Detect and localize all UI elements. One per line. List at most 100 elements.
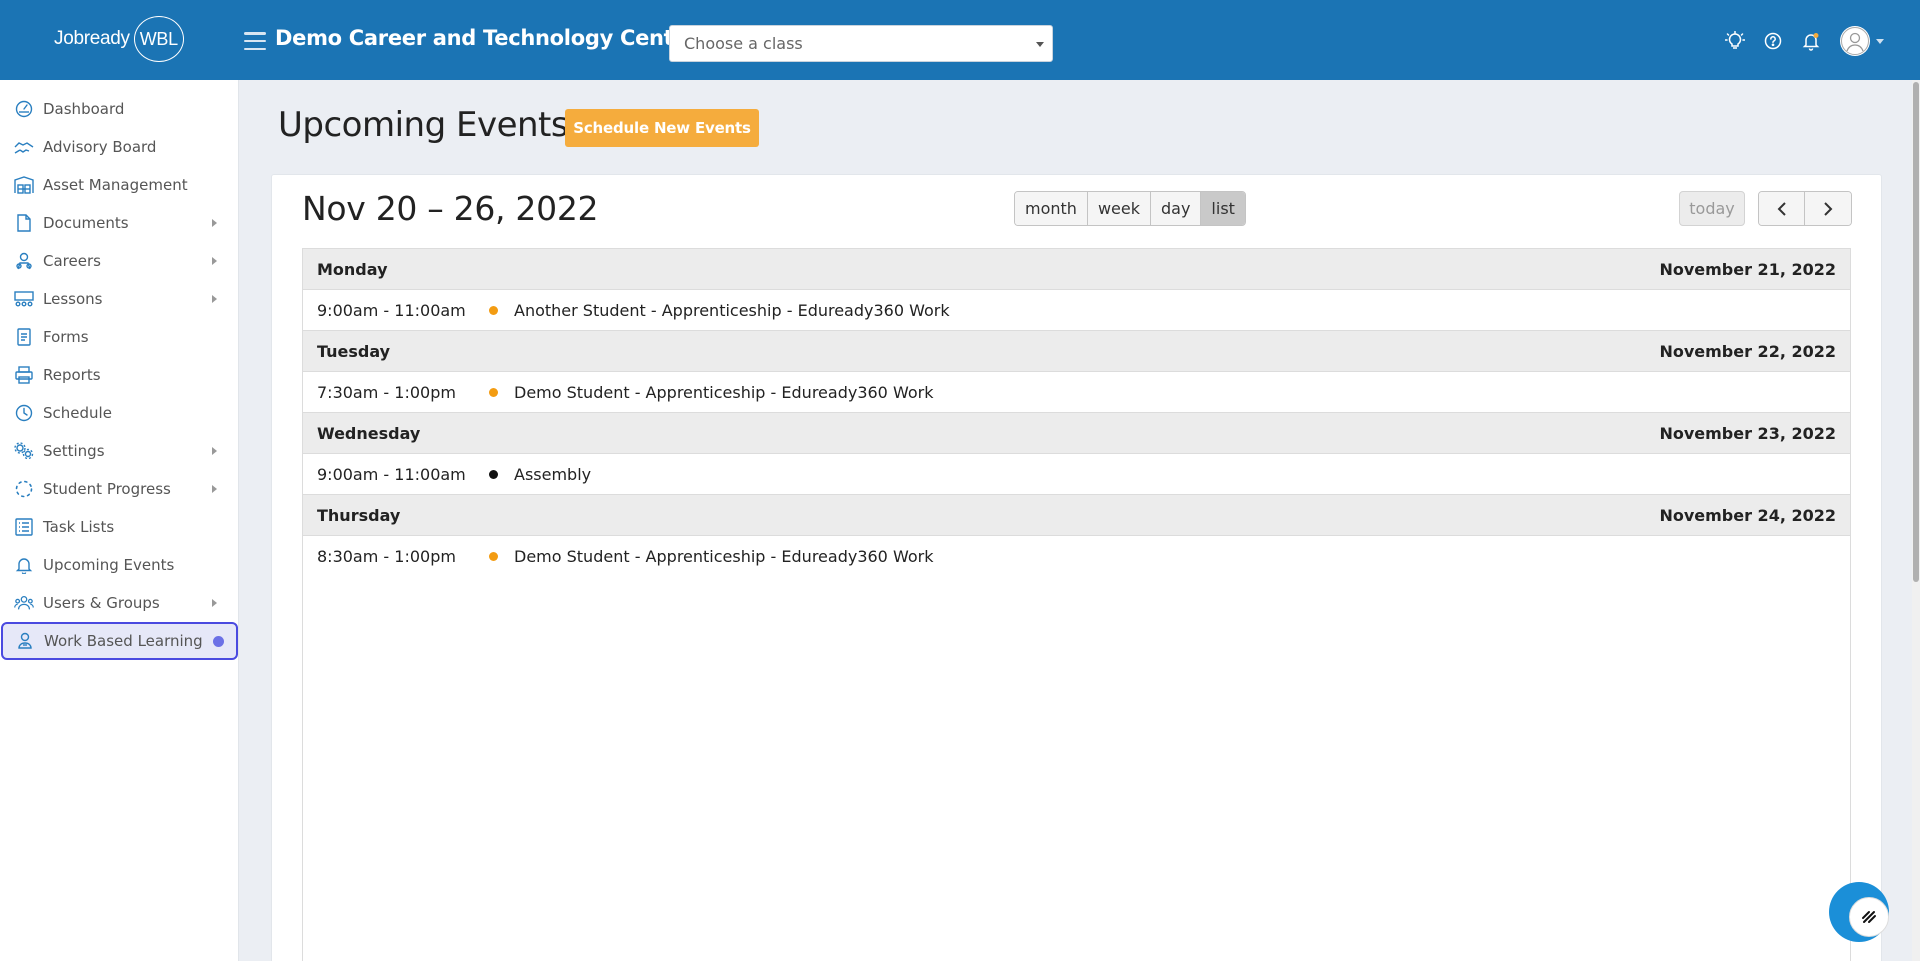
event-title: Demo Student - Apprenticeship - Eduready… xyxy=(514,547,934,566)
sidebar-item-upcoming-events[interactable]: Upcoming Events xyxy=(0,546,239,584)
app-logo[interactable]: Jobready WBL xyxy=(54,15,184,63)
day-name: Tuesday xyxy=(317,341,391,361)
list-item[interactable]: 8:30am - 1:00pm Demo Student - Apprentic… xyxy=(303,536,1850,577)
list-item[interactable]: 9:00am - 11:00am Assembly xyxy=(303,454,1850,495)
chevron-right-icon xyxy=(212,599,217,607)
day-date: November 22, 2022 xyxy=(1659,341,1836,361)
chevron-right-icon xyxy=(212,447,217,455)
chat-widget-icon[interactable] xyxy=(1849,897,1889,937)
view-month-button[interactable]: month xyxy=(1015,192,1088,225)
sidebar-item-schedule[interactable]: Schedule xyxy=(0,394,239,432)
day-name: Thursday xyxy=(317,505,401,525)
list-item[interactable]: 9:00am - 11:00am Another Student - Appre… xyxy=(303,290,1850,331)
page-scrollbar[interactable] xyxy=(1912,80,1920,961)
event-color-dot xyxy=(489,387,498,397)
list-icon xyxy=(14,517,34,537)
header-actions xyxy=(1714,24,1884,58)
hamburger-menu-icon[interactable] xyxy=(244,32,266,50)
chevron-down-icon xyxy=(1036,42,1044,47)
notification-bell-icon[interactable] xyxy=(1794,24,1828,58)
sidebar: Dashboard Advisory Board Asset Managemen… xyxy=(0,80,239,961)
sidebar-item-label: Reports xyxy=(43,366,101,384)
user-menu[interactable] xyxy=(1840,26,1884,56)
view-switcher: month week day list xyxy=(1014,191,1246,226)
scrollbar-thumb[interactable] xyxy=(1913,82,1919,582)
sidebar-item-documents[interactable]: Documents xyxy=(0,204,239,242)
list-item[interactable]: 7:30am - 1:00pm Demo Student - Apprentic… xyxy=(303,372,1850,413)
day-name: Monday xyxy=(317,259,388,279)
careers-icon xyxy=(14,251,34,271)
sidebar-item-settings[interactable]: Settings xyxy=(0,432,239,470)
view-week-button[interactable]: week xyxy=(1087,192,1151,225)
list-day-header: Monday November 21, 2022 xyxy=(303,249,1850,290)
event-color-dot xyxy=(489,469,498,479)
today-button[interactable]: today xyxy=(1679,191,1745,226)
sidebar-item-asset-management[interactable]: Asset Management xyxy=(0,166,239,204)
sidebar-item-task-lists[interactable]: Task Lists xyxy=(0,508,239,546)
chevron-right-icon xyxy=(1824,201,1833,216)
event-title: Another Student - Apprenticeship - Edure… xyxy=(514,300,950,320)
chevron-right-icon xyxy=(212,219,217,227)
organization-title: Demo Career and Technology Center xyxy=(275,26,698,50)
class-select-placeholder: Choose a class xyxy=(684,34,803,53)
sidebar-item-label: Documents xyxy=(43,214,129,232)
view-list-button[interactable]: list xyxy=(1201,192,1245,225)
form-icon xyxy=(14,327,34,347)
next-button[interactable] xyxy=(1805,192,1851,225)
chevron-right-icon xyxy=(212,257,217,265)
schedule-new-events-button[interactable]: Schedule New Events xyxy=(565,109,759,147)
warehouse-icon xyxy=(14,175,34,195)
sidebar-item-label: Upcoming Events xyxy=(43,556,175,574)
event-color-dot xyxy=(489,305,498,315)
logo-text: Jobready xyxy=(54,28,130,49)
help-icon[interactable] xyxy=(1756,24,1790,58)
sidebar-item-label: Careers xyxy=(43,252,101,270)
date-navigation xyxy=(1758,191,1852,226)
active-indicator-dot xyxy=(212,635,224,647)
event-time: 8:30am - 1:00pm xyxy=(317,547,456,566)
event-list: Monday November 21, 2022 9:00am - 11:00a… xyxy=(302,248,1851,961)
dashboard-icon xyxy=(14,99,34,119)
view-day-button[interactable]: day xyxy=(1150,192,1202,225)
sidebar-item-users-groups[interactable]: Users & Groups xyxy=(0,584,239,622)
sidebar-item-work-based-learning[interactable]: Work Based Learning xyxy=(1,622,238,660)
chevron-right-icon xyxy=(212,295,217,303)
logo-badge: WBL xyxy=(133,16,184,62)
sidebar-item-label: Lessons xyxy=(43,290,103,308)
sidebar-item-label: Schedule xyxy=(43,404,112,422)
sidebar-item-dashboard[interactable]: Dashboard xyxy=(0,90,239,128)
lessons-icon xyxy=(14,289,34,309)
event-time: 9:00am - 11:00am xyxy=(317,300,466,320)
sidebar-item-reports[interactable]: Reports xyxy=(0,356,239,394)
sidebar-item-label: Dashboard xyxy=(43,100,125,118)
sidebar-item-forms[interactable]: Forms xyxy=(0,318,239,356)
sidebar-item-label: Asset Management xyxy=(43,176,188,194)
avatar xyxy=(1840,26,1870,56)
day-date: November 23, 2022 xyxy=(1659,423,1836,443)
clock-icon xyxy=(14,403,34,423)
chevron-down-icon xyxy=(1876,38,1884,44)
document-icon xyxy=(14,213,34,233)
sidebar-item-careers[interactable]: Careers xyxy=(0,242,239,280)
date-range-title: Nov 20 – 26, 2022 xyxy=(302,189,599,228)
sidebar-item-label: Work Based Learning xyxy=(44,632,203,650)
sidebar-item-label: Settings xyxy=(43,442,105,460)
event-color-dot xyxy=(489,552,498,561)
lightbulb-icon[interactable] xyxy=(1718,24,1752,58)
sidebar-item-advisory-board[interactable]: Advisory Board xyxy=(0,128,239,166)
day-date: November 21, 2022 xyxy=(1659,259,1836,279)
sidebar-item-lessons[interactable]: Lessons xyxy=(0,280,239,318)
event-title: Demo Student - Apprenticeship - Eduready… xyxy=(514,382,934,402)
sidebar-item-student-progress[interactable]: Student Progress xyxy=(0,470,239,508)
sidebar-item-label: Student Progress xyxy=(43,480,171,498)
users-icon xyxy=(14,593,34,613)
sidebar-item-label: Task Lists xyxy=(43,518,115,536)
previous-button[interactable] xyxy=(1759,192,1805,225)
bell-icon xyxy=(14,555,34,575)
class-select[interactable]: Choose a class xyxy=(669,25,1053,62)
printer-icon xyxy=(14,365,34,385)
chevron-left-icon xyxy=(1777,201,1786,216)
user-badge-icon xyxy=(15,631,35,651)
sidebar-item-label: Advisory Board xyxy=(43,138,157,156)
list-day-header: Tuesday November 22, 2022 xyxy=(303,331,1850,372)
